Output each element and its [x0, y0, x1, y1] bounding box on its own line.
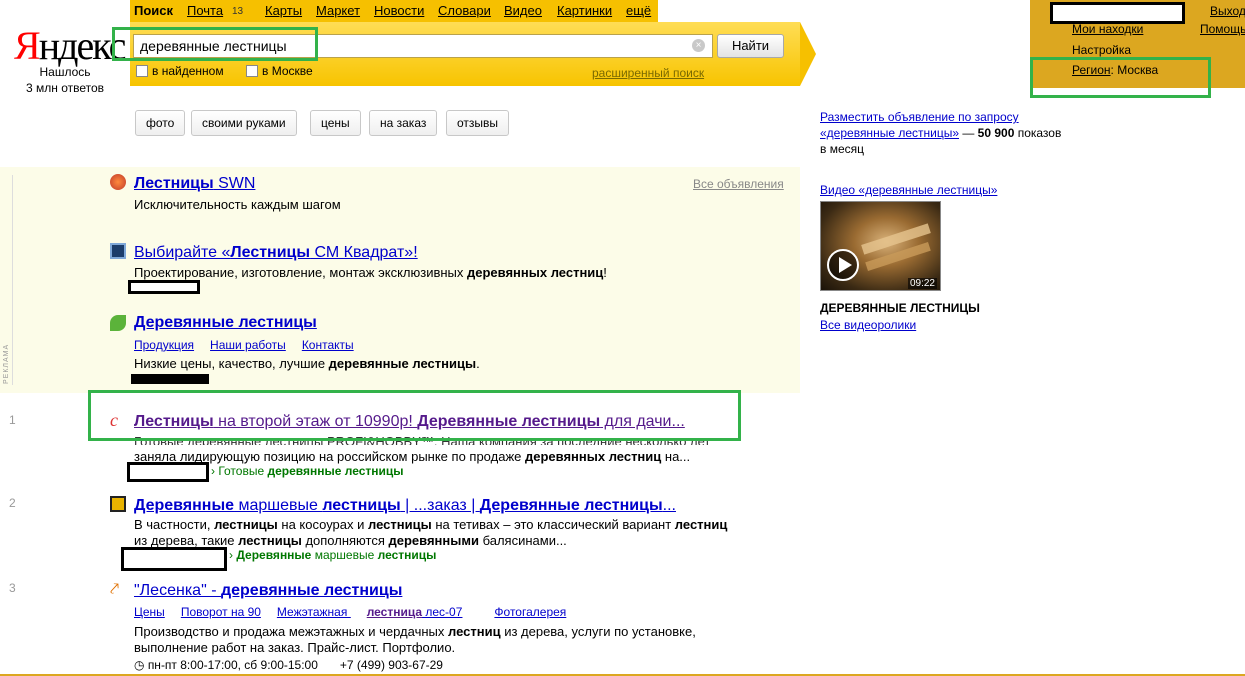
video-thumbnail[interactable]: 09:22 — [820, 201, 941, 291]
ladder-favicon-icon: ⤤ — [110, 581, 120, 598]
redacted-url — [131, 374, 209, 384]
place-ad-block: Разместить объявление по запросу «деревя… — [820, 109, 1100, 157]
my-finds-link[interactable]: Мои находки — [1072, 22, 1143, 36]
region-link[interactable]: Регион — [1072, 63, 1111, 77]
result-breadcrumb[interactable]: › Деревянные маршевые лестницы — [229, 548, 436, 562]
ad-query-link[interactable]: «деревянные лестницы» — [820, 126, 959, 140]
play-icon[interactable] — [827, 249, 859, 281]
service-nav: Поиск Почта 13 Карты Маркет Новости Слов… — [130, 0, 658, 22]
video-title: ДЕРЕВЯННЫЕ ЛЕСТНИЦЫ — [820, 301, 980, 315]
nav-video[interactable]: Видео — [504, 3, 542, 18]
nav-market[interactable]: Маркет — [316, 3, 360, 18]
ad-title-link[interactable]: Лестницы SWN — [134, 174, 255, 193]
result-snippet: В частности, лестницы на косоурах и лест… — [134, 517, 728, 532]
in-found-checkbox[interactable]: в найденном — [136, 64, 224, 78]
stairs-favicon-icon — [110, 496, 126, 512]
nav-maps[interactable]: Карты — [265, 3, 302, 18]
search-input[interactable] — [134, 35, 674, 57]
mail-count-badge: 13 — [232, 6, 244, 17]
result-snippet: заняла лидирующую позицию на российском … — [134, 449, 691, 464]
clock-icon: ◷ — [134, 658, 148, 672]
checkbox-icon[interactable] — [136, 65, 148, 77]
ad-snippet: Проектирование, изготовление, монтаж экс… — [134, 265, 607, 280]
result-sitelinks: Цены Поворот на 90 Межэтажная лестница лес… — [134, 605, 582, 620]
ad-title-link[interactable]: Выбирайте «Лестницы СМ Квадрат»! — [134, 243, 418, 262]
sitelink[interactable]: Контакты — [302, 338, 354, 352]
suggest-chip[interactable]: своими руками — [191, 110, 297, 136]
redacted-url — [127, 462, 209, 482]
result-number: 1 — [9, 413, 16, 427]
ad-title-link[interactable]: Деревянные лестницы — [134, 313, 317, 332]
region-setting[interactable]: Регион: Москва — [1072, 63, 1158, 77]
redacted-url — [121, 547, 227, 571]
ad-snippet: Исключительность каждым шагом — [134, 197, 341, 212]
sitelink[interactable]: Поворот на 90 — [181, 605, 261, 619]
suggest-chip[interactable]: цены — [310, 110, 361, 136]
result-title-link[interactable]: Деревянные маршевые лестницы | ...заказ … — [134, 496, 676, 515]
yandex-logo[interactable]: Яндекс — [14, 26, 126, 66]
checkbox-icon[interactable] — [246, 65, 258, 77]
c-favicon-icon: c — [110, 410, 118, 430]
result-title-link[interactable]: "Лесенка" - деревянные лестницы — [134, 581, 402, 600]
result-number: 3 — [9, 581, 16, 595]
result-title-link[interactable]: Лестницы на второй этаж от 10990р! Дерев… — [134, 412, 685, 431]
sitelink[interactable]: Наши работы — [210, 338, 286, 352]
logout-link[interactable]: Выход — [1210, 4, 1245, 18]
suggest-chip[interactable]: отзывы — [446, 110, 510, 136]
ad-sitelinks: Продукция Наши работы Контакты — [134, 338, 370, 353]
all-ads-link[interactable]: Все объявления — [693, 177, 784, 191]
help-link[interactable]: Помощь — [1200, 22, 1245, 36]
sitelink[interactable]: Фотогалерея — [494, 605, 566, 619]
leaf-favicon-icon — [110, 315, 126, 331]
clear-icon[interactable]: × — [692, 39, 705, 52]
result-snippet: Готовые деревянные лестницы PROFI&HOBBY™… — [134, 434, 711, 445]
redacted-username — [1050, 2, 1185, 24]
result-number: 2 — [9, 496, 16, 510]
house-favicon-icon — [110, 243, 126, 259]
nav-dictionaries[interactable]: Словари — [438, 3, 491, 18]
suggest-chip[interactable]: фото — [135, 110, 186, 136]
result-breadcrumb[interactable]: › Готовые деревянные лестницы — [211, 464, 404, 478]
search-band-arrow — [800, 22, 816, 86]
redacted-url — [128, 280, 200, 294]
place-ad-link[interactable]: Разместить объявление по запросу — [820, 109, 1100, 125]
search-field[interactable] — [133, 34, 713, 58]
result-snippet: Производство и продажа межэтажных и черд… — [134, 624, 696, 639]
ads-divider — [12, 175, 13, 385]
nav-mail[interactable]: Почта — [187, 3, 223, 18]
result-contacts: ◷ пн-пт 8:00-17:00, сб 9:00-15:00 +7 (499… — [134, 658, 443, 672]
search-button[interactable]: Найти — [717, 34, 784, 58]
advanced-search-link[interactable]: расширенный поиск — [592, 66, 704, 80]
nav-news[interactable]: Новости — [374, 3, 424, 18]
result-snippet: выполнение работ на заказ. Прайс-лист. П… — [134, 640, 456, 655]
video-block-title[interactable]: Видео «деревянные лестницы» — [820, 183, 997, 197]
nav-more[interactable]: ещё — [626, 3, 651, 18]
settings-link[interactable]: Настройка — [1072, 43, 1131, 57]
sitelink[interactable]: Продукция — [134, 338, 194, 352]
in-city-checkbox[interactable]: в Москве — [246, 64, 313, 78]
ad-snippet: Низкие цены, качество, лучшие деревянные… — [134, 356, 480, 371]
sitelink[interactable]: Межэтажная лестница лес-07 — [277, 605, 478, 619]
nav-images[interactable]: Картинки — [557, 3, 612, 18]
sitelink[interactable]: Цены — [134, 605, 165, 619]
suggest-chip[interactable]: на заказ — [369, 110, 438, 136]
ads-label: РЕКЛАМА — [3, 343, 10, 384]
all-videos-link[interactable]: Все видеоролики — [820, 318, 916, 332]
video-duration: 09:22 — [907, 278, 937, 289]
swn-favicon-icon — [110, 174, 126, 190]
nav-search[interactable]: Поиск — [134, 3, 173, 18]
results-count: Нашлось 3 млн ответов — [25, 65, 105, 95]
